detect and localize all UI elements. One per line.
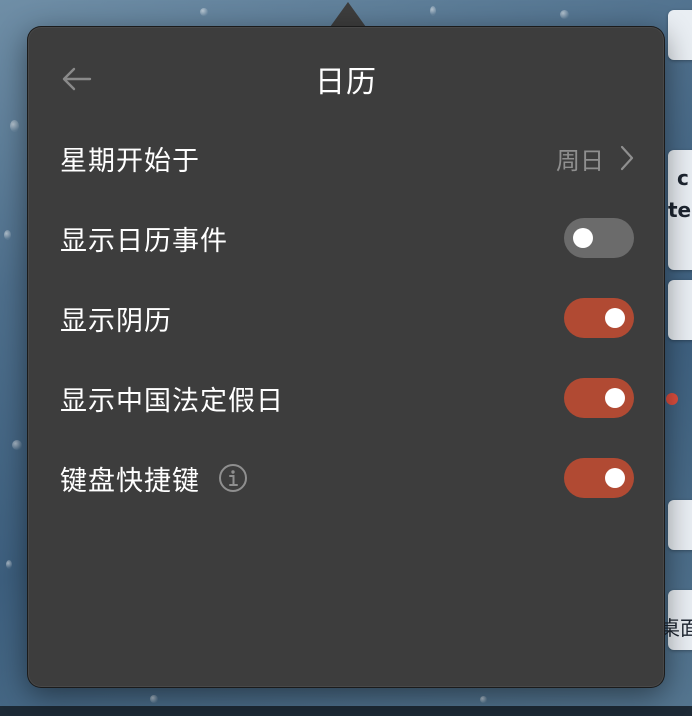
- dock-edge: [0, 706, 692, 716]
- calendar-settings-popover: 日历 星期开始于 周日 显示日历事件 显示阴历 显示中国法定假日 键盘快捷键: [27, 26, 665, 688]
- setting-row-shortcuts: 键盘快捷键: [60, 453, 634, 503]
- setting-label: 键盘快捷键: [60, 465, 200, 497]
- setting-row-show-lunar: 显示阴历: [60, 293, 634, 343]
- setting-label: 显示阴历: [60, 305, 172, 337]
- toggle-knob: [605, 388, 625, 408]
- background-app-card: [668, 280, 692, 340]
- week-start-value: 周日: [556, 146, 604, 175]
- rain-drop: [560, 10, 569, 19]
- rain-drop: [430, 6, 436, 16]
- rain-drop: [200, 8, 208, 16]
- rain-drop: [6, 560, 12, 569]
- setting-row-show-holidays: 显示中国法定假日: [60, 373, 634, 423]
- week-start-selector[interactable]: 周日: [556, 141, 634, 176]
- rain-drop: [150, 695, 158, 703]
- setting-row-week-start[interactable]: 星期开始于 周日: [60, 133, 634, 183]
- background-text: te: [668, 198, 692, 222]
- toggle-knob: [573, 228, 593, 248]
- popover-arrow: [330, 2, 366, 27]
- background-app-card: [668, 500, 692, 550]
- rain-drop: [4, 230, 11, 240]
- setting-label: 显示中国法定假日: [60, 385, 284, 417]
- rain-drop: [480, 696, 487, 703]
- rain-drop: [10, 120, 19, 132]
- toggle-knob: [605, 468, 625, 488]
- toggle-knob: [605, 308, 625, 328]
- info-icon[interactable]: [218, 463, 248, 493]
- chevron-right-icon: [620, 145, 634, 171]
- show-lunar-toggle[interactable]: [564, 298, 634, 338]
- rain-drop: [12, 440, 22, 450]
- shortcuts-toggle[interactable]: [564, 458, 634, 498]
- setting-label-group: 键盘快捷键: [60, 459, 248, 498]
- show-holidays-toggle[interactable]: [564, 378, 634, 418]
- background-text: c: [677, 166, 689, 190]
- setting-label: 显示日历事件: [60, 225, 228, 257]
- status-dot: [666, 393, 678, 405]
- setting-label: 星期开始于: [60, 145, 200, 177]
- setting-row-show-events: 显示日历事件: [60, 213, 634, 263]
- page-title: 日历: [315, 65, 377, 100]
- background-app-card: [668, 10, 692, 60]
- show-events-toggle[interactable]: [564, 218, 634, 258]
